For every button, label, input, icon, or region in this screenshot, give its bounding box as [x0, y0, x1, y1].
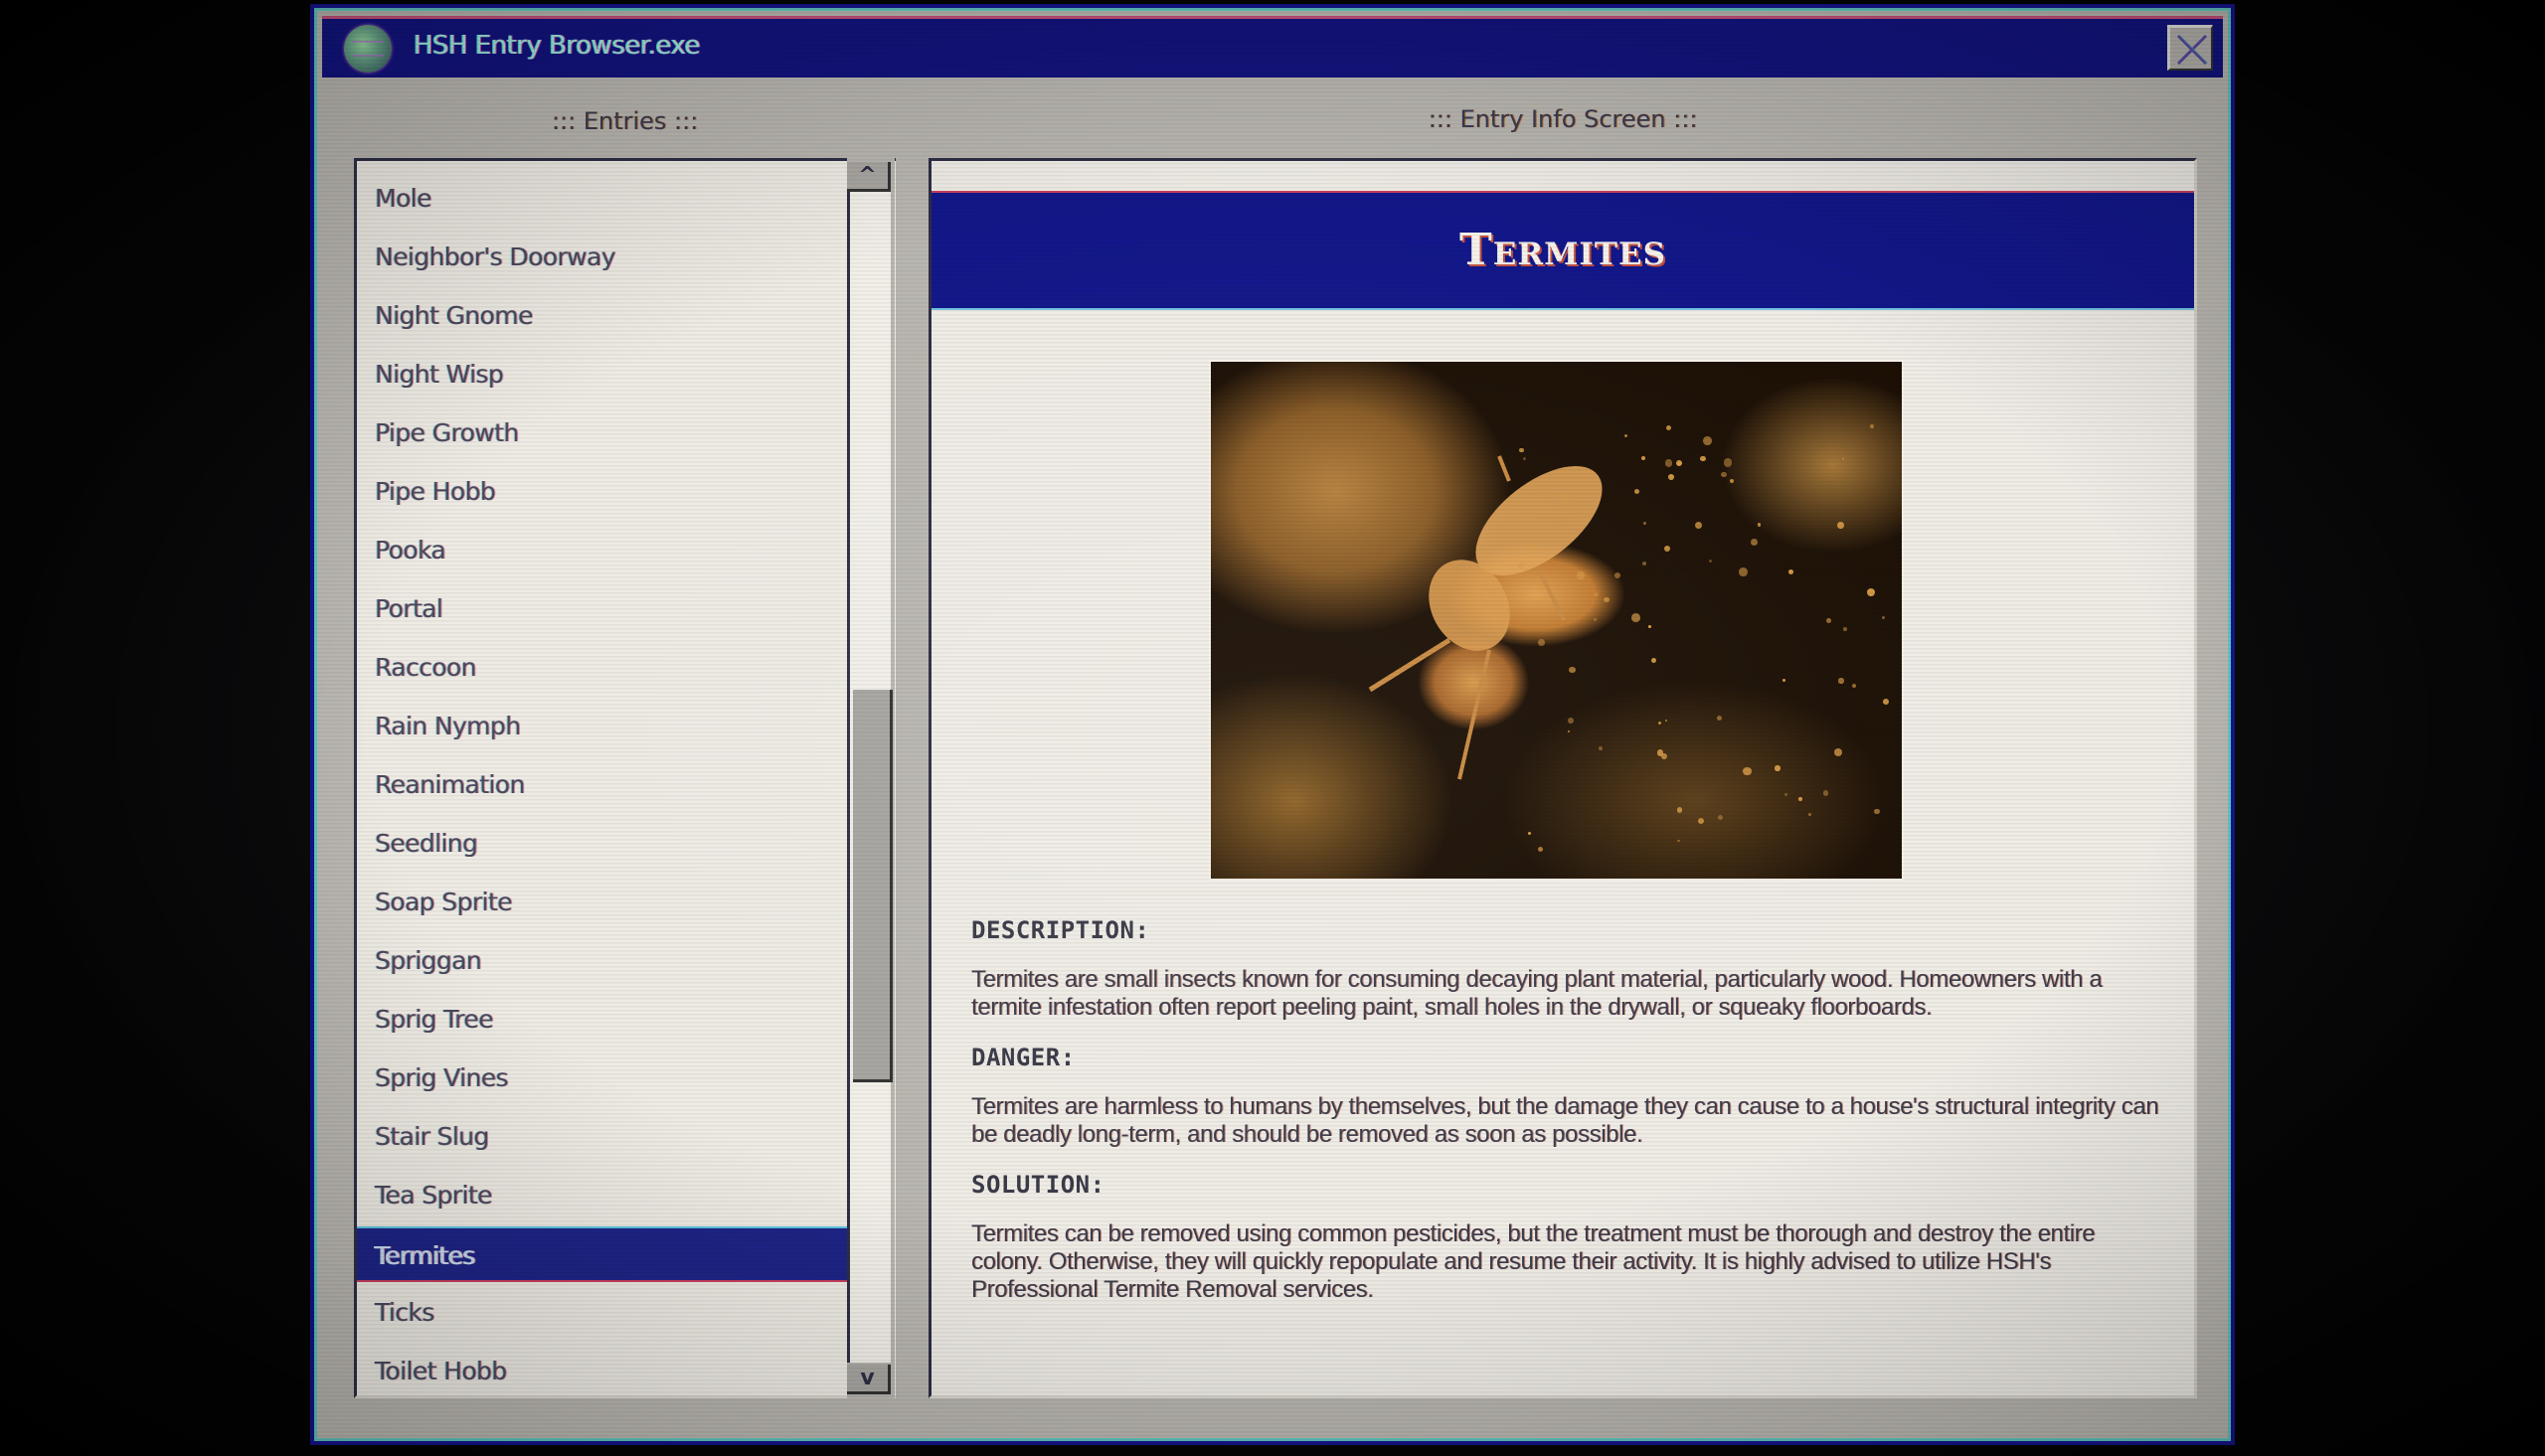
entry-title: Termites [1458, 225, 1667, 275]
list-item[interactable]: Pipe Growth [357, 405, 850, 461]
list-item[interactable]: Mole [357, 171, 850, 227]
chevron-up-icon: ^ [858, 163, 877, 188]
photo-speck [1717, 715, 1723, 721]
photo-speck [1787, 568, 1793, 574]
photo-speck [1842, 627, 1847, 631]
list-item[interactable]: Toilet Hobb [357, 1344, 850, 1395]
photo-speck [1668, 473, 1674, 480]
close-button[interactable] [2167, 25, 2213, 71]
photo-speck [1782, 678, 1786, 682]
photo-speck [1798, 796, 1803, 801]
photo-speck [1537, 847, 1543, 853]
photo-speck [1743, 766, 1752, 776]
photo-speck [1822, 790, 1829, 796]
section-body: Termites can be removed using common pes… [971, 1220, 2096, 1303]
entry-info-panel: Termites DESCRIPTION: Termites are small … [929, 158, 2197, 1398]
photo-speck [1851, 683, 1857, 688]
close-x-icon [2176, 34, 2209, 66]
list-item[interactable]: Ticks [357, 1285, 850, 1341]
photo-speck [1643, 522, 1646, 525]
photo-speck [1604, 596, 1610, 603]
photo-speck [1775, 765, 1781, 771]
list-item[interactable]: Seedling [357, 816, 850, 872]
list-item[interactable]: Soap Sprite [357, 875, 850, 930]
list-item[interactable]: Sprig Tree [357, 992, 850, 1048]
list-item[interactable]: Pipe Hobb [357, 464, 850, 520]
list-item[interactable]: Pooka [357, 523, 850, 578]
photo-speck [1676, 807, 1683, 813]
photo-speck [1664, 719, 1667, 722]
photo-speck [1700, 455, 1706, 461]
termite-illustration [1368, 455, 1603, 780]
window-title: HSH Entry Browser.exe [414, 31, 701, 61]
photo-speck [1676, 839, 1680, 843]
photo-speck [1757, 523, 1762, 527]
brain-globe-icon [344, 25, 392, 73]
photo-speck [1656, 749, 1664, 756]
section-heading: DANGER: [971, 1044, 1076, 1071]
entry-info-label: ::: Entry Info Screen ::: [1428, 105, 1698, 133]
list-item[interactable]: Night Wisp [357, 347, 850, 403]
photo-speck [1631, 612, 1641, 622]
photo-speck [1874, 808, 1880, 815]
list-item[interactable]: Neighbor's Doorway [357, 230, 850, 285]
photo-speck [1665, 424, 1671, 431]
list-item[interactable]: Stair Slug [357, 1109, 850, 1165]
chevron-down-icon: v [860, 1366, 875, 1390]
photo-speck [1837, 522, 1845, 529]
photo-speck [1598, 745, 1603, 750]
photo-speck [1750, 538, 1758, 546]
list-item-selected[interactable]: Termites [357, 1226, 850, 1282]
list-item[interactable]: Night Gnome [357, 288, 850, 344]
scroll-thumb[interactable] [853, 690, 893, 1082]
list-item[interactable]: Portal [357, 581, 850, 637]
photo-speck [1541, 597, 1549, 604]
section-body: Termites are harmless to humans by thems… [971, 1093, 2159, 1148]
list-item[interactable]: Tea Sprite [357, 1168, 850, 1223]
scroll-down-button[interactable]: v [847, 1365, 891, 1394]
photo-speck [1708, 559, 1712, 563]
photo-speck [1576, 571, 1585, 580]
entries-label: ::: Entries ::: [551, 107, 699, 135]
photo-speck [1538, 639, 1545, 646]
photo-speck [1593, 591, 1599, 597]
entry-photo [1209, 360, 1904, 881]
photo-speck [1838, 678, 1844, 684]
entry-sections: DESCRIPTION: Termites are small insects k… [971, 916, 2164, 1326]
section-heading: SOLUTION: [971, 1171, 1105, 1199]
list-item[interactable]: Reanimation [357, 757, 850, 813]
list-item[interactable]: Sprig Vines [357, 1051, 850, 1106]
photo-speck [1664, 458, 1673, 467]
photo-speck [1614, 571, 1620, 578]
photo-speck [1881, 616, 1885, 620]
list-item[interactable]: Rain Nymph [357, 699, 850, 754]
list-item[interactable]: Raccoon [357, 640, 850, 696]
photo-speck [1519, 447, 1524, 452]
title-bar[interactable]: HSH Entry Browser.exe [322, 16, 2223, 78]
list-item[interactable]: Spriggan [357, 933, 850, 989]
section-heading: DESCRIPTION: [971, 916, 1150, 944]
scroll-up-button[interactable]: ^ [847, 162, 891, 192]
photo-speck [1723, 458, 1733, 467]
photo-speck [1569, 666, 1576, 674]
scroll-track[interactable] [847, 192, 893, 1363]
entries-scrollbar[interactable]: ^ v [847, 158, 895, 1398]
entry-header: Termites [932, 191, 2194, 310]
photo-speck [1739, 566, 1749, 576]
entries-list[interactable]: Mole Neighbor's Doorway Night Gnome Night W… [354, 158, 896, 1398]
photo-speck [1721, 471, 1727, 478]
photo-speck [1648, 625, 1651, 628]
app-window: HSH Entry Browser.exe ::: Entries ::: ::… [310, 4, 2235, 1445]
section-body: Termites are small insects known for con… [971, 966, 2103, 1021]
